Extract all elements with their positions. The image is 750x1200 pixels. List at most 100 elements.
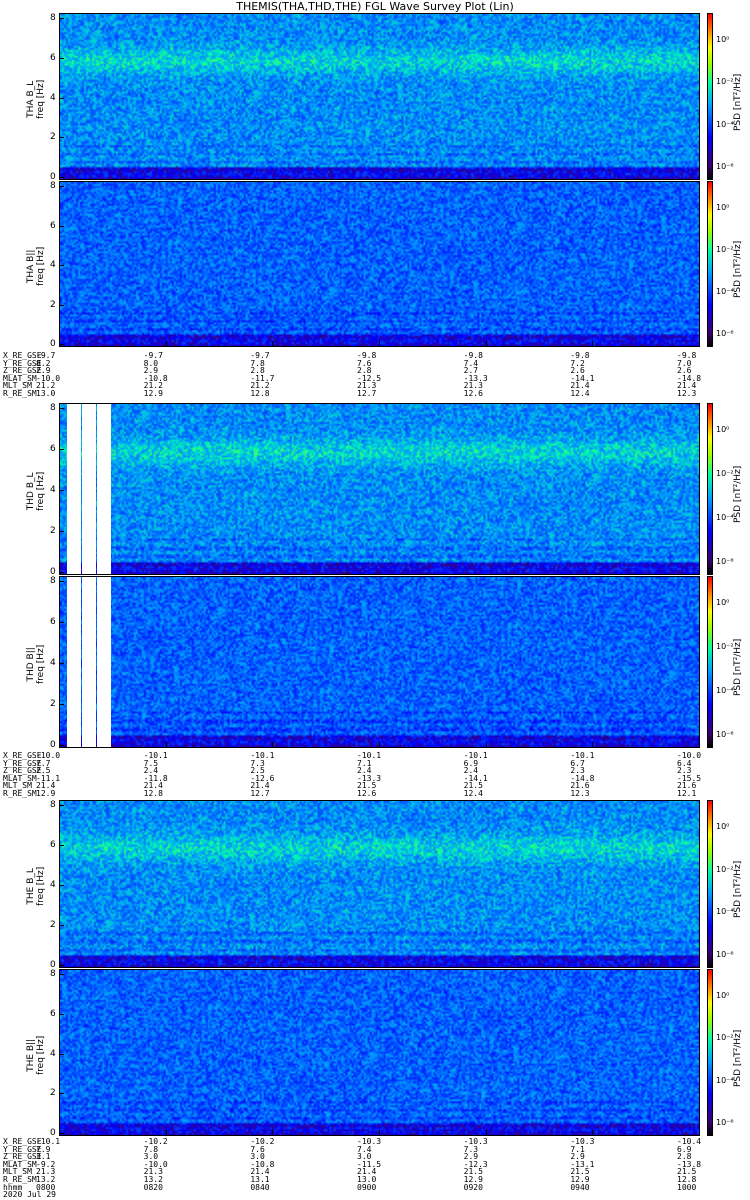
y-tick-label: 4	[50, 92, 56, 103]
y-tick-mark	[59, 408, 64, 409]
y-tick-mark	[59, 1093, 64, 1095]
y-tick-mark	[59, 449, 64, 450]
colorbar-tick-label: 10⁻²	[716, 469, 734, 478]
y-tick-label: 2	[50, 299, 56, 310]
colorbar-tick-label: 10⁻²	[716, 642, 734, 651]
page-title: THEMIS(THA,THD,THE) FGL Wave Survey Plot…	[236, 0, 514, 13]
y-tick-mark	[59, 974, 64, 975]
spectrogram-image	[60, 14, 699, 179]
colorbar-tick-label: 10⁻⁴	[716, 686, 734, 695]
x-tick-mark	[165, 742, 167, 748]
ephemeris-value: 12.7	[250, 789, 270, 798]
y-axis-label: THA B|| freq [Hz]	[26, 246, 46, 286]
y-tick-label: 8	[50, 576, 56, 586]
ephemeris-value: 1000	[677, 1182, 697, 1192]
ephemeris-value: 12.1	[677, 789, 697, 798]
colorbar-tick-label: 10⁻⁶	[716, 950, 734, 959]
y-tick-label: 6	[50, 840, 56, 850]
colorbar	[707, 969, 713, 1136]
y-tick-mark	[59, 704, 64, 705]
y-tick-mark	[59, 581, 64, 582]
x-tick-mark	[699, 742, 700, 748]
ephemeris-label: 2020 Jul 29	[3, 1190, 56, 1200]
y-tick-label: 6	[50, 220, 56, 231]
y-tick-label: 4	[50, 485, 56, 495]
y-tick-label: 0	[50, 740, 56, 750]
ephemeris-value: 12.6	[357, 789, 377, 798]
ephemeris-value: 12.4	[570, 389, 590, 398]
x-tick-mark	[165, 1130, 167, 1136]
ephemeris-value: 12.4	[463, 789, 483, 798]
y-tick-mark	[59, 225, 64, 227]
colorbar-tick-label: 10⁻⁴	[716, 119, 734, 129]
colorbar-label: PSD [nT²/Hz]	[733, 638, 743, 696]
y-tick-mark	[59, 304, 64, 306]
spectrogram-4	[59, 576, 700, 748]
colorbar-tick-label: 10⁻⁴	[716, 513, 734, 522]
ephemeris-value: 12.8	[143, 789, 163, 798]
x-tick-mark	[165, 341, 167, 347]
colorbar-tick-label: 10⁰	[716, 598, 730, 607]
colorbar-label: PSD [nT²/Hz]	[733, 240, 743, 298]
y-tick-mark	[59, 186, 64, 187]
y-tick-mark	[59, 265, 64, 266]
x-tick-mark	[379, 341, 380, 347]
data-gap	[67, 577, 81, 747]
y-tick-mark	[59, 531, 64, 532]
colorbar-tick-label: 10⁻⁶	[716, 1118, 734, 1127]
x-tick-mark	[485, 341, 487, 347]
ephemeris-value: 12.3	[677, 389, 697, 398]
y-tick-label: 4	[50, 880, 56, 890]
ephemeris-value: 12.6	[463, 389, 483, 398]
spectrogram-6	[59, 969, 700, 1136]
y-axis-label: THE B_L freq [Hz]	[26, 866, 46, 906]
spectrogram-image	[60, 577, 699, 747]
spectrogram-image	[60, 404, 699, 574]
y-axis-label: THE B|| freq [Hz]	[26, 1035, 46, 1075]
y-tick-label: 8	[50, 800, 56, 810]
y-tick-mark	[59, 805, 64, 806]
colorbar	[707, 13, 713, 180]
colorbar	[707, 800, 713, 968]
y-tick-mark	[59, 885, 64, 886]
y-tick-label: 6	[50, 617, 56, 627]
spectrogram-image	[60, 801, 699, 967]
ephemeris-value: 12.9	[143, 389, 163, 398]
colorbar-tick-label: 10⁰	[716, 35, 730, 44]
y-tick-label: 2	[50, 699, 56, 709]
y-tick-mark	[59, 18, 64, 19]
colorbar-label: PSD [nT²/Hz]	[733, 73, 743, 131]
ephemeris-value: 0820	[143, 1182, 163, 1192]
colorbar-tick-label: 10⁻²	[716, 245, 734, 254]
ephemeris-label: R_RE_SM	[3, 789, 37, 798]
colorbar	[707, 576, 713, 748]
y-tick-mark	[59, 1053, 64, 1055]
ephemeris-value: 0800	[36, 1182, 56, 1192]
y-tick-label: 2	[50, 526, 56, 536]
spectrogram-1	[59, 13, 700, 180]
y-tick-mark	[59, 965, 64, 966]
spectrogram-2	[59, 181, 700, 347]
y-tick-label: 8	[50, 403, 56, 413]
x-tick-mark	[59, 1130, 60, 1136]
y-tick-label: 6	[50, 52, 56, 63]
colorbar-tick-label: 10⁻⁴	[716, 287, 734, 296]
colorbar-tick-label: 10⁰	[716, 991, 730, 1000]
y-tick-label: 8	[50, 969, 56, 979]
ephemeris-value: 12.7	[357, 389, 377, 398]
y-tick-mark	[59, 622, 64, 623]
x-tick-mark	[592, 341, 594, 347]
y-tick-label: 2	[50, 1088, 56, 1099]
colorbar-label: PSD [nT²/Hz]	[733, 465, 743, 523]
spectrogram-image	[60, 182, 699, 346]
x-tick-mark	[699, 341, 700, 347]
spectrogram-image	[60, 970, 699, 1135]
colorbar-tick-label: 10⁰	[716, 425, 730, 434]
data-gap	[82, 577, 96, 747]
colorbar-tick-label: 10⁻⁶	[716, 730, 734, 739]
colorbar-tick-label: 10⁻⁴	[716, 1075, 734, 1085]
colorbar-tick-label: 10⁻⁶	[716, 557, 734, 566]
x-tick-mark	[592, 1130, 594, 1136]
colorbar	[707, 181, 713, 347]
y-tick-mark	[59, 925, 64, 926]
